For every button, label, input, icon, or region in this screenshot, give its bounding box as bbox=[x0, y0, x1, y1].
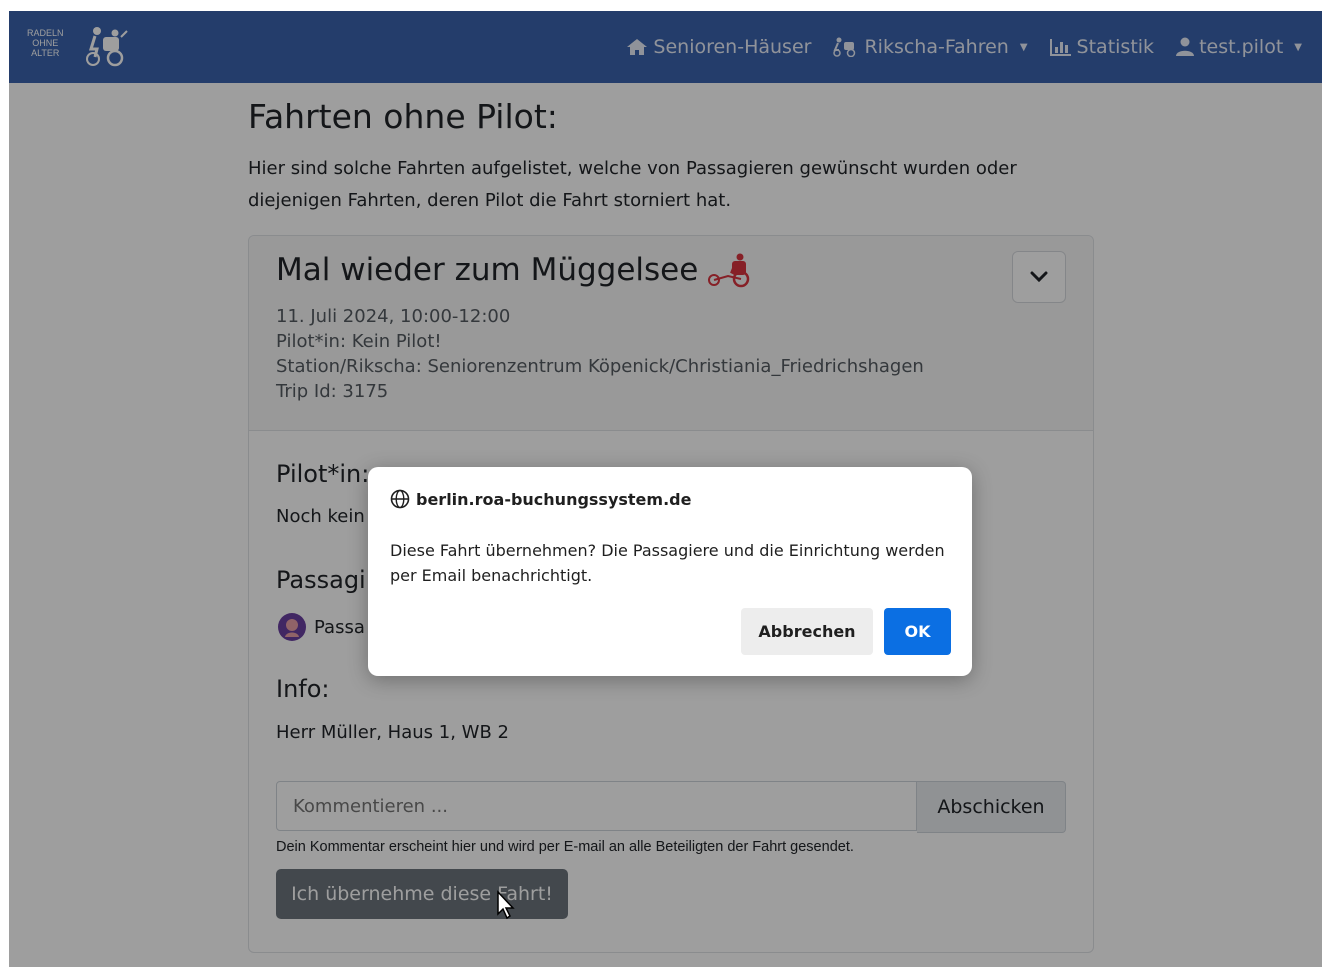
mouse-cursor-icon bbox=[497, 890, 515, 920]
dialog-message: Diese Fahrt übernehmen? Die Passagiere u… bbox=[390, 541, 945, 585]
ok-button[interactable]: OK bbox=[884, 608, 951, 655]
dialog-origin-text: berlin.roa-buchungssystem.de bbox=[416, 489, 692, 509]
confirm-dialog: berlin.roa-buchungssystem.de Diese Fahrt… bbox=[368, 467, 972, 676]
cancel-button[interactable]: Abbrechen bbox=[741, 608, 873, 655]
globe-icon bbox=[390, 489, 410, 509]
dialog-origin: berlin.roa-buchungssystem.de bbox=[390, 489, 691, 509]
